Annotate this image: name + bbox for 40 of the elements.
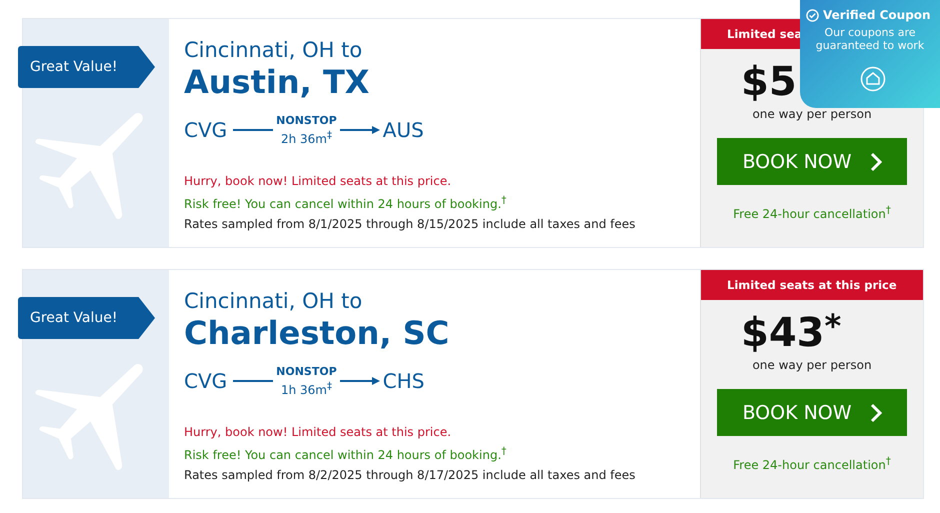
deal-note: Risk free! You can cancel within 24 hours of booking.$^{†}$ xyxy=(184,445,508,464)
chevron-right-icon xyxy=(870,152,882,172)
deal-note: Rates sampled from 8/2/2025 through 8/17/2025 include all taxes and fees xyxy=(184,467,636,484)
great-value-ribbon: Great Value! xyxy=(18,297,155,339)
check-icon xyxy=(806,8,819,22)
deal-note: Rates sampled from 8/1/2025 through 8/15/2025 include all taxes and fees xyxy=(184,216,636,233)
great-value-ribbon: Great Value! xyxy=(18,46,155,88)
price: $5 xyxy=(741,58,797,107)
stop-label: NONSTOP xyxy=(276,364,337,379)
route-arrow xyxy=(340,376,380,386)
route-line xyxy=(233,380,274,382)
route-line xyxy=(233,129,274,131)
flight-duration: 2h 36m$^{‡}$ xyxy=(280,129,332,147)
origin-line: Cincinnati, OH to xyxy=(184,288,364,314)
deal-note: Risk free! You can cancel within 24 hours of booking.$^{†}$ xyxy=(184,194,508,213)
origin-line: Cincinnati, OH to xyxy=(184,37,364,63)
destination-code: CHS xyxy=(382,369,424,393)
price-note: one way per person xyxy=(752,358,872,372)
price: $43 xyxy=(741,309,824,358)
flight-duration: 1h 36m$^{‡}$ xyxy=(280,380,332,398)
destination-city: Charleston, SC xyxy=(184,314,450,352)
stop-label: NONSTOP xyxy=(276,113,337,128)
origin-code: CVG xyxy=(184,118,228,142)
route-arrow xyxy=(340,125,380,135)
house-icon xyxy=(860,66,886,92)
cancellation-note: Free 24-hour cancellation$^{†}$ xyxy=(733,205,891,221)
cancellation-note: Free 24-hour cancellation$^{†}$ xyxy=(733,456,891,472)
coupon-title: Verified Coupon xyxy=(823,8,931,22)
book-now-button[interactable]: BOOK NOW xyxy=(717,138,907,185)
origin-code: CVG xyxy=(184,369,228,393)
deal-note: Hurry, book now! Limited seats at this price. xyxy=(184,173,452,190)
price-footnote-mark: * xyxy=(824,308,842,344)
coupon-text: Our coupons are guaranteed to work xyxy=(814,26,926,52)
destination-city: Austin, TX xyxy=(184,63,370,101)
price-note: one way per person xyxy=(752,107,872,121)
deal-note: Hurry, book now! Limited seats at this price. xyxy=(184,424,452,441)
chevron-right-icon xyxy=(870,402,882,422)
destination-code: AUS xyxy=(382,118,424,142)
limited-seats-banner: Limited seats at this price xyxy=(701,270,923,300)
book-now-button[interactable]: BOOK NOW xyxy=(717,389,907,436)
